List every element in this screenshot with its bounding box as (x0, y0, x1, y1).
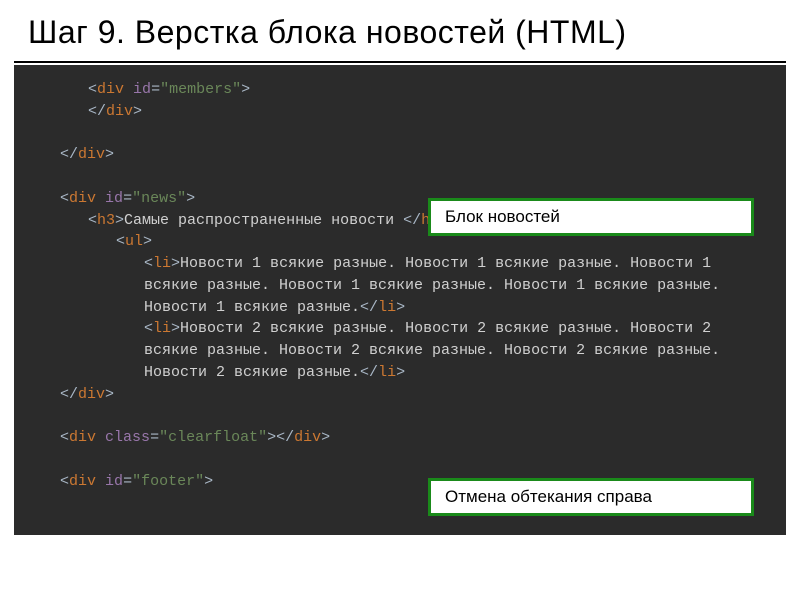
code-line-li1: <li>Новости 1 всякие разные. Новости 1 в… (32, 253, 768, 318)
blank-line (32, 123, 768, 145)
code-line: <div class="clearfloat"></div> (32, 427, 768, 449)
code-line: <div id="members"> (32, 79, 768, 101)
code-line: </div> (32, 384, 768, 406)
code-editor-block: <div id="members"> </div> </div> <div id… (14, 65, 786, 535)
blank-line (32, 405, 768, 427)
callout-news-block: Блок новостей (428, 198, 754, 236)
title-underline (14, 61, 786, 63)
blank-line (32, 166, 768, 188)
code-line: </div> (32, 144, 768, 166)
callout-clear-float: Отмена обтекания справа (428, 478, 754, 516)
slide-title: Шаг 9. Верстка блока новостей (HTML) (0, 0, 800, 61)
blank-line (32, 449, 768, 471)
code-line-li2: <li>Новости 2 всякие разные. Новости 2 в… (32, 318, 768, 383)
code-line: </div> (32, 101, 768, 123)
